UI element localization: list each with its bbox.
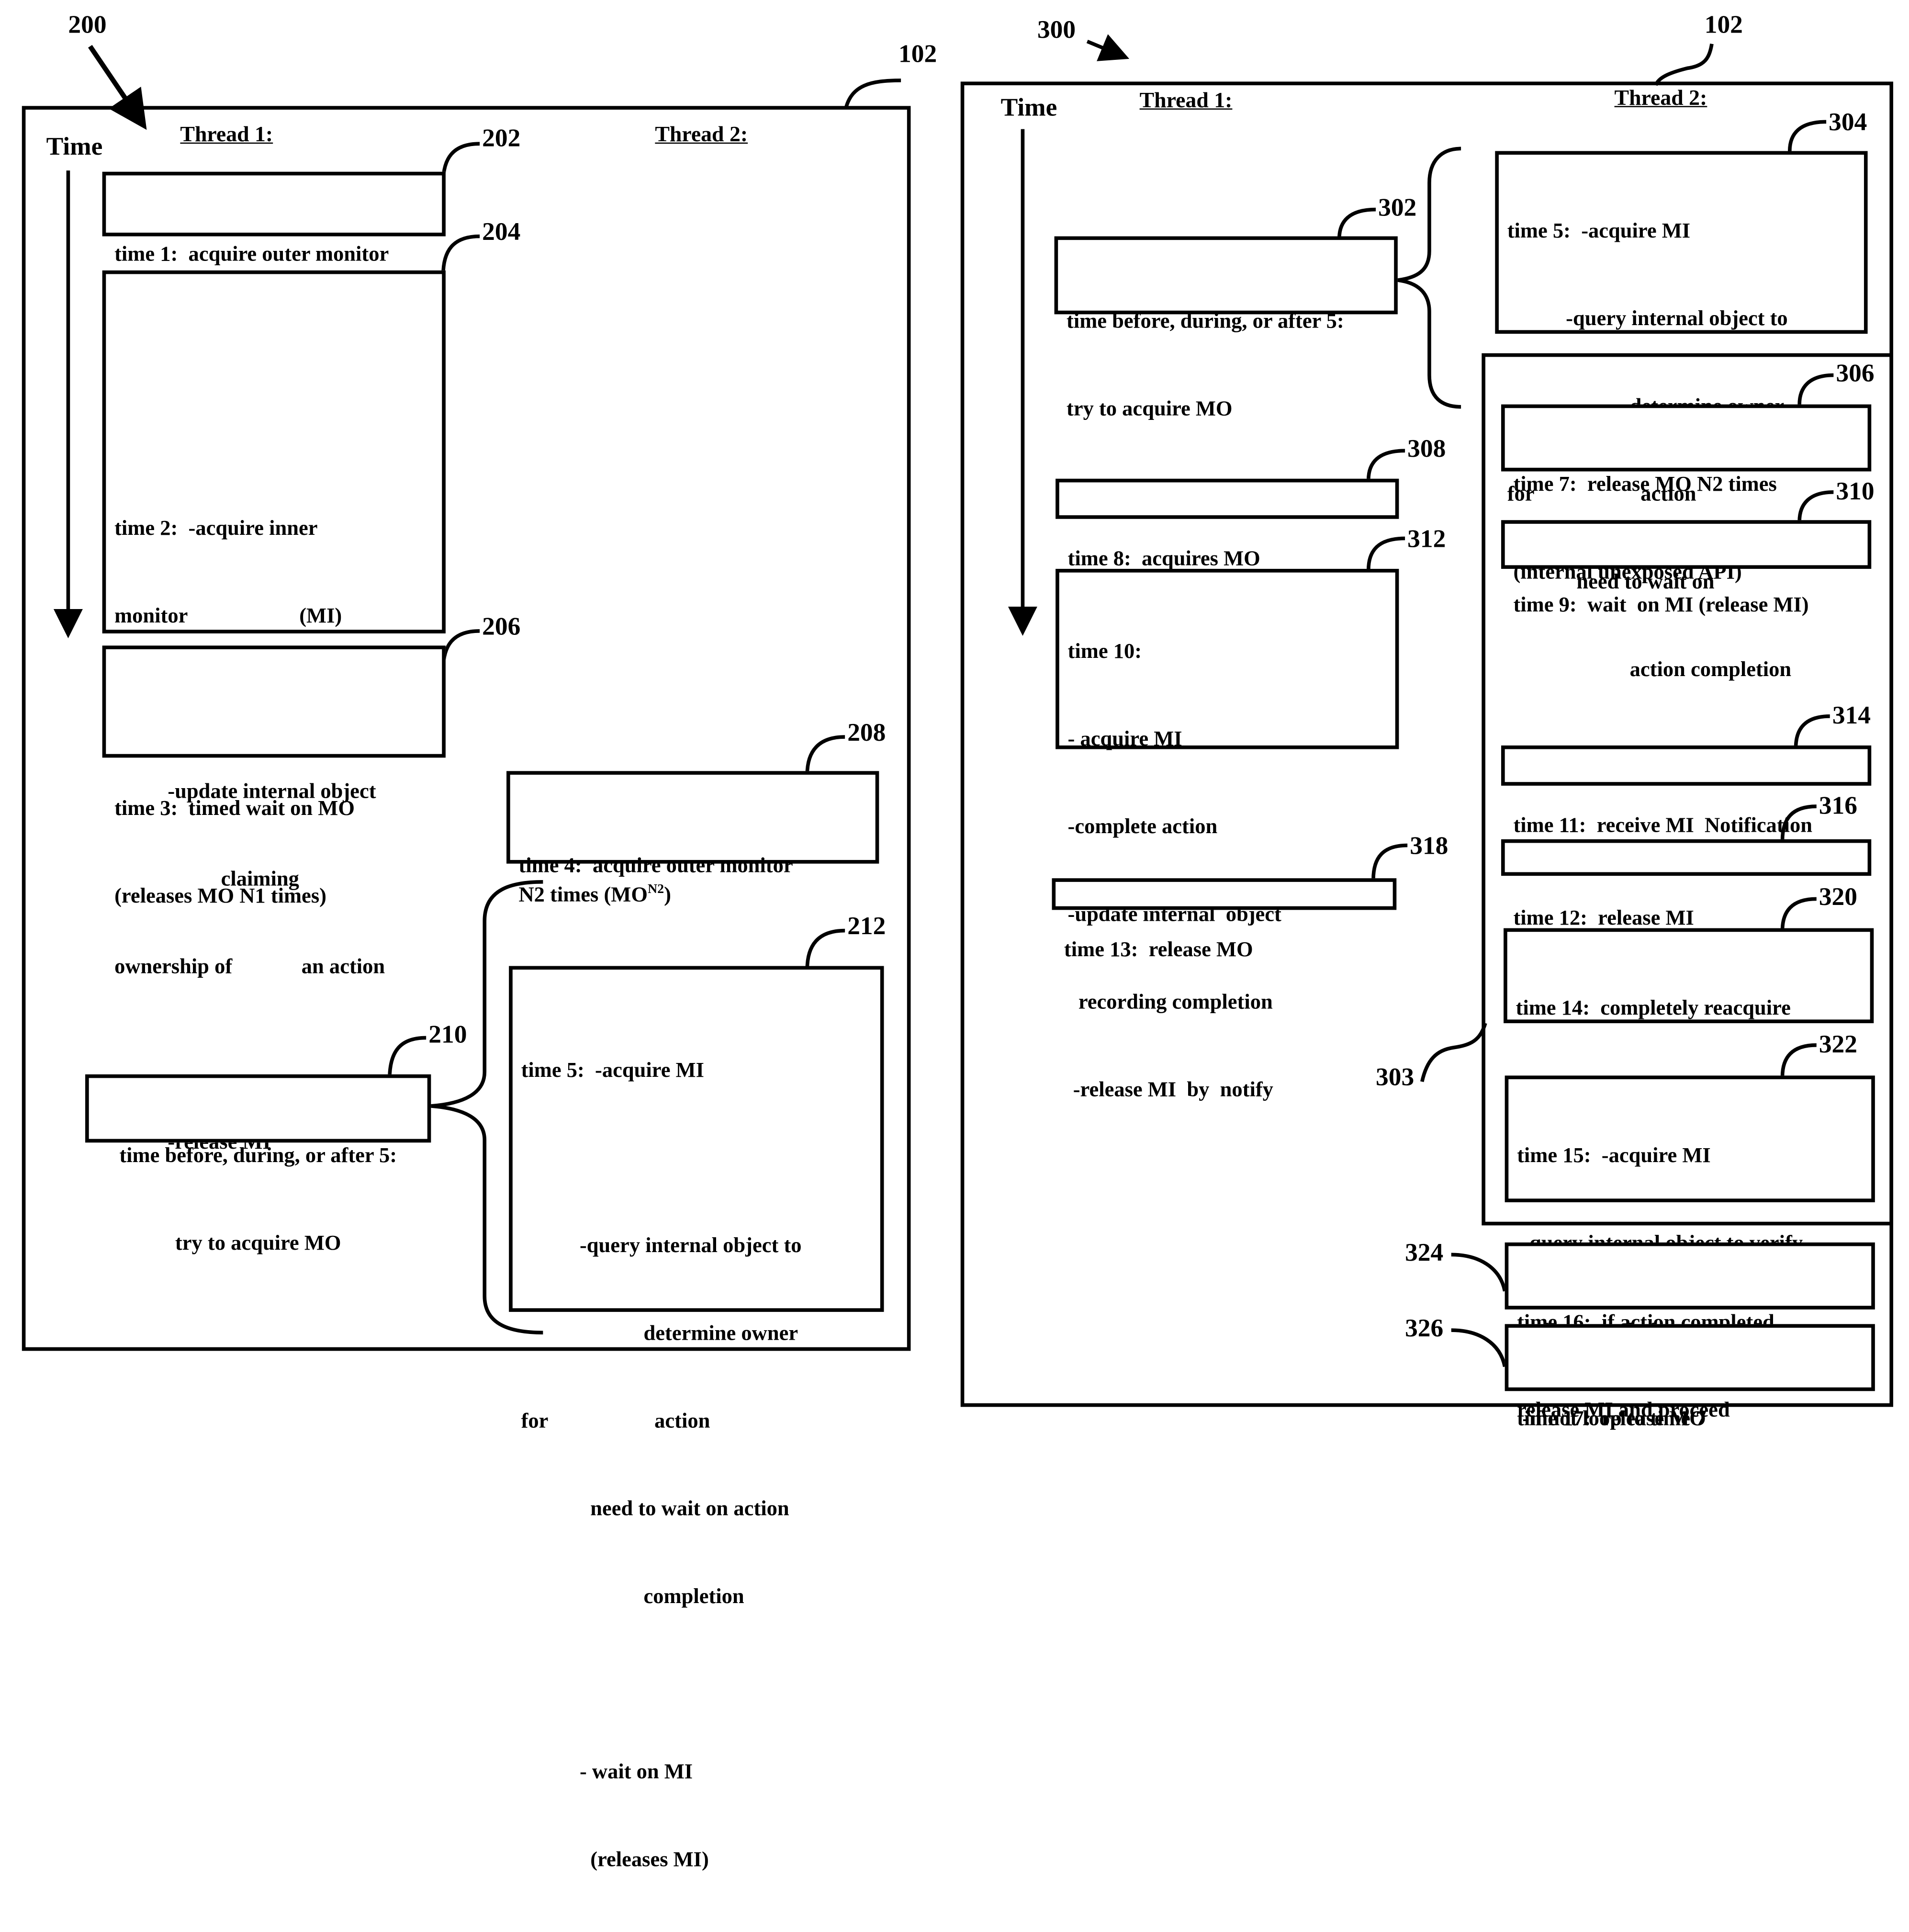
ref-210: 210 — [428, 1019, 467, 1049]
box-line — [521, 1669, 872, 1698]
leader-102-right — [1654, 43, 1714, 86]
box-line: - wait on MI — [521, 1759, 693, 1784]
ref-314: 314 — [1832, 700, 1871, 730]
box-line: time 15: -acquire MI — [1517, 1142, 1711, 1167]
time-axis-label-left: Time — [46, 131, 103, 161]
box-line: time before, during, or after 5: — [1067, 308, 1344, 333]
box-line: -query internal object to — [521, 1232, 802, 1257]
box-line: time 9: wait on MI (release MI) — [1513, 592, 1809, 617]
box-line — [114, 712, 433, 734]
ref-206: 206 — [482, 611, 521, 641]
box-line: time 12: release MI — [1513, 905, 1694, 930]
ref-318: 318 — [1410, 831, 1449, 860]
ref-320: 320 — [1819, 881, 1857, 911]
box-line: -release MI by notify — [1067, 1076, 1273, 1101]
box-212-time5: time 5: -acquire MI -query internal obje… — [509, 966, 884, 1871]
box-302-try-acquire: time before, during, or after 5: try to … — [1054, 236, 1398, 420]
box-line: N2 times (MO — [518, 881, 648, 906]
box-line: time 4: acquire outer monitor — [518, 852, 793, 877]
figure-300-arrow — [1086, 34, 1130, 61]
ref-212: 212 — [847, 911, 886, 940]
ref-102-left: 102 — [898, 39, 937, 68]
box-314-time11: time 11: receive MI Notification — [1501, 745, 1872, 837]
box-318-time13: time 13: release MO — [1052, 878, 1397, 961]
box-line — [114, 338, 433, 367]
box-line — [521, 1142, 872, 1172]
ref-302: 302 — [1378, 192, 1417, 222]
box-line: time 10: — [1067, 638, 1142, 663]
box-line: time 7: release MO N2 times — [1513, 471, 1777, 496]
ref-208: 208 — [847, 717, 886, 747]
box-306-time7: time 7: release MO N2 times (internal un… — [1501, 404, 1872, 584]
box-322-time15: time 15: -acquire MI -query internal obj… — [1505, 1075, 1875, 1430]
box-line: try to acquire MO — [1067, 395, 1233, 420]
box-line: time 17: release MO — [1517, 1405, 1706, 1430]
box-line: for action — [521, 1408, 710, 1433]
ref-204: 204 — [482, 216, 521, 246]
box-320-time14: time 14: completely reacquire MO, i.e. N… — [1504, 928, 1874, 1195]
box-line-end: ) — [664, 881, 672, 906]
box-line: determine owner — [521, 1320, 798, 1345]
box-line: try to acquire MO — [175, 1230, 341, 1255]
time-axis-label-right: Time — [1000, 92, 1057, 122]
box-312-time10: time 10: - acquire MI -complete action -… — [1056, 569, 1399, 1101]
ref-322: 322 — [1819, 1029, 1857, 1059]
figure-number-200: 200 — [68, 10, 107, 39]
leader-102-left — [844, 79, 901, 108]
ref-312: 312 — [1407, 523, 1446, 553]
box-line: -complete action — [1067, 813, 1218, 838]
patent-figure-sheet: 200 102 Time Thread 1: Thread 2: 202 tim… — [0, 0, 1909, 1871]
box-310-time9: time 9: wait on MI (release MI) — [1501, 520, 1872, 616]
box-326-time17: time 17: release MO — [1505, 1324, 1875, 1430]
ref-202: 202 — [482, 123, 521, 152]
box-304-time5: time 5: -acquire MI -query internal obje… — [1495, 151, 1868, 681]
ref-316: 316 — [1819, 791, 1857, 820]
box-line: time 11: receive MI Notification — [1513, 812, 1813, 837]
figure-number-300: 300 — [1037, 14, 1076, 44]
box-line: time 3: timed wait on MO — [114, 795, 355, 820]
box-line: time 5: -acquire MI — [521, 1057, 704, 1082]
ref-326: 326 — [1405, 1313, 1444, 1343]
box-316-time12: time 12: release MI — [1501, 839, 1872, 929]
box-308-time8: time 8: acquires MO — [1056, 478, 1399, 570]
box-line — [114, 1039, 433, 1068]
box-line: time 2: -acquire inner — [114, 515, 318, 540]
box-line: completion — [521, 1583, 744, 1608]
box-line — [114, 425, 433, 454]
box-line: (releases MO N1 times) — [114, 883, 326, 908]
thread1-label-left: Thread 1: — [180, 122, 273, 147]
thread2-label-left: Thread 2: — [655, 122, 748, 147]
box-206-time3: time 3: timed wait on MO (releases MO N1… — [102, 645, 446, 907]
box-210-try-acquire: time before, during, or after 5: try to … — [85, 1074, 431, 1254]
ref-102-right: 102 — [1704, 10, 1743, 39]
ref-310: 310 — [1836, 476, 1875, 506]
box-line: -query internal object to — [1507, 305, 1788, 330]
box-line: time 14: completely reacquire — [1516, 995, 1791, 1020]
box-line: need to wait on action — [521, 1496, 789, 1520]
superscript-n2: N2 — [647, 882, 664, 897]
ref-304: 304 — [1829, 107, 1867, 136]
ref-306: 306 — [1836, 358, 1875, 387]
box-line: time 13: release MO — [1064, 937, 1253, 961]
box-204-time2: time 2: -acquire inner monitor (MI) -upd… — [102, 270, 446, 1153]
box-line: time 8: acquires MO — [1067, 545, 1260, 570]
box-324-time16: time 16: if action completed release MI … — [1505, 1242, 1875, 1422]
box-208-time4: time 4: acquire outer monitor N2 times (M… — [506, 771, 879, 906]
box-202-time1: time 1: acquire outer monitorN1 times (M… — [102, 171, 446, 295]
box-202-line: time 1: acquire outer monitor — [114, 241, 389, 266]
ref-308: 308 — [1407, 433, 1446, 463]
box-line: - acquire MI — [1067, 726, 1182, 751]
thread2-label-right: Thread 2: — [1614, 85, 1707, 110]
box-line: monitor (MI) — [114, 603, 342, 628]
thread1-label-right: Thread 1: — [1139, 88, 1233, 113]
box-line: time before, during, or after 5: — [119, 1142, 397, 1167]
box-line: time 5: -acquire MI — [1507, 218, 1691, 243]
ref-324: 324 — [1405, 1237, 1444, 1267]
box-line: (releases MI) — [521, 1846, 709, 1871]
